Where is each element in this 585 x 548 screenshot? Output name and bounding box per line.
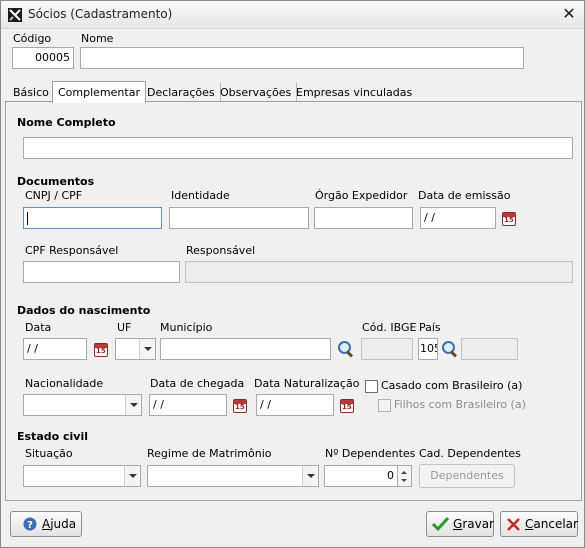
uf-label: UF [117, 321, 132, 334]
tab-observacoes[interactable]: Observações [215, 83, 298, 102]
help-icon: ? [23, 517, 37, 531]
nome-completo-field[interactable] [23, 137, 573, 159]
save-button[interactable]: Gravar [426, 511, 494, 537]
nacionalidade-select[interactable] [23, 394, 142, 416]
dependentes-button: Dependentes [419, 464, 515, 488]
nome-completo-label: Nome Completo [17, 116, 116, 129]
tab-strip: Básico Complementar Declarações Observaç… [5, 81, 581, 103]
socios-window: Sócios (Cadastramento) ✕ Código 00005 No… [0, 0, 585, 548]
cod-ibge-label: Cód. IBGE [362, 321, 417, 334]
num-dependentes-label: Nº Dependentes [325, 447, 416, 460]
orgao-expedidor-label: Órgão Expedidor [315, 189, 408, 202]
data-chegada-field[interactable]: / / [149, 394, 227, 416]
data-nascimento-field[interactable]: / / [23, 338, 87, 360]
nacionalidade-label: Nacionalidade [25, 377, 104, 390]
data-emissao-field[interactable]: / / [420, 207, 496, 229]
cpf-responsavel-field[interactable] [23, 261, 180, 283]
window-title: Sócios (Cadastramento) [28, 7, 173, 21]
cnpj-cpf-field[interactable] [23, 207, 162, 229]
casado-brasileiro-label: Casado com Brasileiro (a) [381, 379, 523, 392]
chevron-down-icon[interactable] [124, 466, 140, 486]
pais-name-field [461, 338, 518, 360]
uf-select[interactable] [115, 338, 156, 360]
help-button[interactable]: ? Ajuda [10, 511, 82, 537]
data-nascimento-label: Data [25, 321, 52, 334]
app-icon [8, 8, 22, 22]
chevron-down-icon[interactable] [139, 339, 155, 359]
cod-ibge-field [361, 338, 413, 360]
documentos-heading: Documentos [17, 175, 95, 188]
chevron-down-icon[interactable] [125, 395, 141, 415]
tab-declaracoes[interactable]: Declarações [142, 83, 221, 102]
calendar-icon[interactable]: 15 [502, 212, 516, 226]
pais-label: País [419, 321, 441, 334]
calendar-icon[interactable]: 15 [94, 343, 108, 357]
check-icon [432, 516, 449, 532]
responsavel-label: Responsável [186, 244, 256, 257]
municipio-label: Município [160, 321, 213, 334]
pais-code-field[interactable]: 105 [418, 338, 438, 360]
title-bar: Sócios (Cadastramento) ✕ [1, 1, 584, 29]
help-label: Ajuda [42, 517, 77, 531]
svg-text:?: ? [27, 520, 33, 531]
cancel-icon [507, 518, 520, 531]
codigo-field[interactable]: 00005 [12, 47, 74, 69]
regime-matrimonio-label: Regime de Matrimônio [147, 447, 272, 460]
orgao-expedidor-field[interactable] [314, 207, 413, 229]
search-icon[interactable] [438, 338, 460, 360]
cad-dependentes-label: Cad. Dependentes [419, 447, 521, 460]
close-icon[interactable]: ✕ [561, 6, 577, 22]
cancel-label: Cancelar [525, 517, 578, 531]
cancel-button[interactable]: Cancelar [500, 511, 578, 537]
cnpj-cpf-label: CNPJ / CPF [25, 189, 83, 202]
data-naturalizacao-label: Data Naturalização [254, 377, 360, 390]
tab-complementar[interactable]: Complementar [52, 81, 146, 103]
situacao-label: Situação [25, 447, 73, 460]
situacao-select[interactable] [23, 465, 141, 487]
save-label: Gravar [453, 517, 494, 531]
data-emissao-label: Data de emissão [418, 189, 511, 202]
tab-basico[interactable]: Básico [8, 83, 55, 102]
search-icon[interactable] [334, 338, 356, 360]
num-dependentes-field[interactable]: 0 [324, 465, 398, 487]
data-naturalizacao-field[interactable]: / / [256, 394, 334, 416]
calendar-icon[interactable]: 15 [340, 399, 354, 413]
nome-field[interactable] [80, 47, 524, 69]
text-caret [27, 212, 28, 225]
chevron-down-icon[interactable] [302, 466, 318, 486]
tab-empresas-vinculadas[interactable]: Empresas vinculadas [291, 83, 417, 102]
identidade-field[interactable] [169, 207, 309, 229]
filhos-brasileiro-checkbox [378, 399, 391, 412]
filhos-brasileiro-label: Filhos com Brasileiro (a) [394, 398, 526, 411]
nome-label: Nome [81, 32, 114, 45]
identidade-label: Identidade [171, 189, 230, 202]
regime-matrimonio-select[interactable] [147, 465, 319, 487]
data-chegada-label: Data de chegada [150, 377, 245, 390]
codigo-label: Código [13, 32, 52, 45]
municipio-field[interactable] [160, 338, 331, 360]
dependentes-spinner[interactable] [398, 465, 412, 487]
nascimento-heading: Dados do nascimento [17, 304, 151, 317]
tab-panel-complementar [5, 101, 582, 501]
casado-brasileiro-checkbox[interactable] [365, 380, 378, 393]
cpf-responsavel-label: CPF Responsável [25, 244, 119, 257]
estado-civil-heading: Estado civil [17, 430, 89, 443]
responsavel-field [185, 261, 573, 283]
calendar-icon[interactable]: 15 [233, 399, 247, 413]
